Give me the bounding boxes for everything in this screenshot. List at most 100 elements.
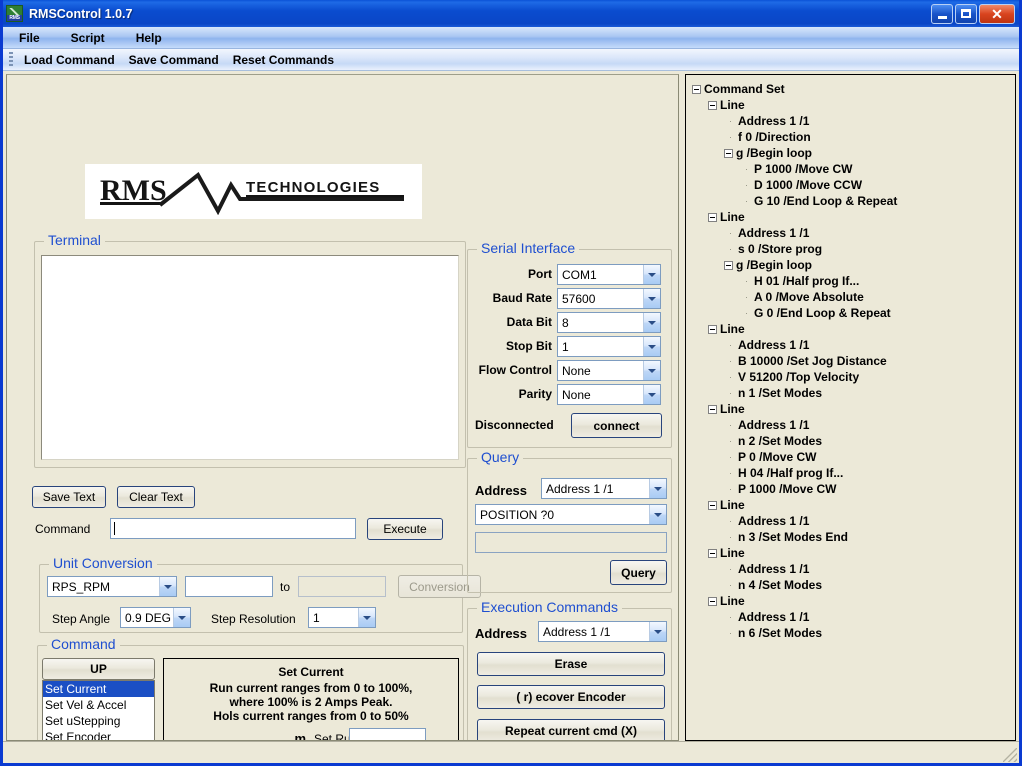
save-text-button[interactable]: Save Text [32, 486, 106, 508]
tree-connector-line [724, 360, 738, 362]
tree-expander-collapse-icon[interactable] [708, 212, 717, 222]
close-button[interactable]: ✕ [979, 3, 1015, 24]
tree-node[interactable]: Address 1 /1 [692, 225, 1011, 241]
tree-node[interactable]: Address 1 /1 [692, 513, 1011, 529]
tree-expander-collapse-icon[interactable] [708, 404, 717, 414]
menu-item-script[interactable]: Script [67, 29, 118, 47]
tree-expander-collapse-icon[interactable] [724, 260, 733, 270]
conversion-from-input[interactable] [185, 576, 273, 597]
query-type-combo[interactable]: POSITION ?0 [475, 504, 667, 525]
tree-node[interactable]: f 0 /Direction [692, 129, 1011, 145]
tree-expander-collapse-icon[interactable] [708, 548, 717, 558]
tree-node[interactable]: Line [692, 497, 1011, 513]
tree-node[interactable]: Line [692, 321, 1011, 337]
tree-node[interactable]: V 51200 /Top Velocity [692, 369, 1011, 385]
window-controls: ✕ [931, 3, 1015, 24]
tree-node[interactable]: P 1000 /Move CW [692, 161, 1011, 177]
command-up-button[interactable]: UP [42, 658, 155, 680]
serial-combo-data-bit[interactable]: 8 [557, 312, 661, 333]
tree-node[interactable]: n 1 /Set Modes [692, 385, 1011, 401]
tree-node[interactable]: Address 1 /1 [692, 417, 1011, 433]
tree-connector-line [724, 568, 738, 570]
set-run-current-input[interactable] [349, 728, 426, 740]
command-list-item-set-vel-accel[interactable]: Set Vel & Accel [43, 697, 154, 713]
tree-node[interactable]: s 0 /Store prog [692, 241, 1011, 257]
tree-node[interactable]: G 0 /End Loop & Repeat [692, 305, 1011, 321]
command-detail-title: Set Current [278, 665, 344, 679]
tree-node[interactable]: Line [692, 401, 1011, 417]
tree-connector-line [724, 376, 738, 378]
serial-combo-parity[interactable]: None [557, 384, 661, 405]
command-list[interactable]: Set Current Set Vel & Accel Set uSteppin… [42, 680, 155, 740]
tree-connector-line [724, 248, 738, 250]
query-address-combo[interactable]: Address 1 /1 [541, 478, 667, 499]
conversion-to-input [298, 576, 386, 597]
tree-node[interactable]: Address 1 /1 [692, 609, 1011, 625]
tree-expander-collapse-icon[interactable] [708, 500, 717, 510]
menu-item-help[interactable]: Help [132, 29, 175, 47]
execute-button[interactable]: Execute [367, 518, 443, 540]
tree-node[interactable]: n 3 /Set Modes End [692, 529, 1011, 545]
command-list-item-set-encoder[interactable]: Set Encoder [43, 729, 154, 740]
serial-combo-flow-control[interactable]: None [557, 360, 661, 381]
clear-text-button[interactable]: Clear Text [117, 486, 195, 508]
tree-node[interactable]: H 01 /Half prog If... [692, 273, 1011, 289]
tree-node[interactable]: Line [692, 209, 1011, 225]
tree-node[interactable]: Line [692, 97, 1011, 113]
tree-node[interactable]: B 10000 /Set Jog Distance [692, 353, 1011, 369]
toolbar-reset-commands[interactable]: Reset Commands [226, 51, 341, 69]
tree-node-label: Address 1 /1 [738, 418, 810, 432]
tree-node[interactable]: Line [692, 593, 1011, 609]
maximize-button[interactable] [955, 3, 977, 24]
conversion-type-combo[interactable]: RPS_RPM [47, 576, 177, 597]
serial-combo-stop-bit[interactable]: 1 [557, 336, 661, 357]
query-group: Query Address Address 1 /1 POSITION ?0 Q… [467, 449, 672, 593]
execution-address-combo[interactable]: Address 1 /1 [538, 621, 667, 642]
tree-node[interactable]: P 0 /Move CW [692, 449, 1011, 465]
tree-node[interactable]: n 4 /Set Modes [692, 577, 1011, 593]
command-set-tree[interactable]: Command Set Line Address 1 /1 f 0 /Directio… [686, 75, 1015, 641]
tree-expander-collapse-icon[interactable] [724, 148, 733, 158]
erase-button[interactable]: Erase [477, 652, 665, 676]
tree-node[interactable]: g /Begin loop [692, 257, 1011, 273]
chevron-down-icon [358, 608, 375, 627]
tree-node[interactable]: G 10 /End Loop & Repeat [692, 193, 1011, 209]
application-window: RMS RMSControl 1.0.7 ✕ File Script Help … [0, 0, 1022, 766]
connect-button[interactable]: connect [571, 413, 662, 438]
tree-node[interactable]: n 6 /Set Modes [692, 625, 1011, 641]
step-angle-combo[interactable]: 0.9 DEG [120, 607, 191, 628]
minimize-button[interactable] [931, 3, 953, 24]
tree-node[interactable]: Address 1 /1 [692, 561, 1011, 577]
resize-grip[interactable] [1003, 748, 1017, 762]
serial-combo-port[interactable]: COM1 [557, 264, 661, 285]
command-input[interactable] [110, 518, 356, 539]
step-resolution-combo[interactable]: 1 [308, 607, 376, 628]
toolbar-grip[interactable] [9, 51, 13, 68]
tree-expander-collapse-icon[interactable] [708, 596, 717, 606]
tree-node[interactable]: n 2 /Set Modes [692, 433, 1011, 449]
serial-combo-baud-rate[interactable]: 57600 [557, 288, 661, 309]
toolbar-load-command[interactable]: Load Command [17, 51, 122, 69]
command-list-item-set-ustepping[interactable]: Set uStepping [43, 713, 154, 729]
tree-node[interactable]: P 1000 /Move CW [692, 481, 1011, 497]
terminal-output[interactable] [41, 255, 459, 460]
tree-node[interactable]: A 0 /Move Absolute [692, 289, 1011, 305]
tree-node[interactable]: Address 1 /1 [692, 337, 1011, 353]
command-list-item-set-current[interactable]: Set Current [43, 681, 154, 697]
tree-node[interactable]: D 1000 /Move CCW [692, 177, 1011, 193]
toolbar-save-command[interactable]: Save Command [122, 51, 226, 69]
tree-node[interactable]: H 04 /Half prog If... [692, 465, 1011, 481]
tree-expander-collapse-icon[interactable] [708, 100, 717, 110]
tree-node[interactable]: Line [692, 545, 1011, 561]
command-legend: Command [47, 636, 120, 652]
tree-expander-collapse-icon[interactable] [692, 84, 701, 94]
tree-node[interactable]: Command Set [692, 81, 1011, 97]
menu-item-file[interactable]: File [15, 29, 53, 47]
repeat-current-cmd-button[interactable]: Repeat current cmd (X) [477, 719, 665, 740]
tree-node[interactable]: g /Begin loop [692, 145, 1011, 161]
query-button[interactable]: Query [610, 560, 667, 585]
tree-node[interactable]: Address 1 /1 [692, 113, 1011, 129]
recover-encoder-button[interactable]: ( r) ecover Encoder [477, 685, 665, 709]
step-angle-label: Step Angle [52, 612, 111, 626]
tree-expander-collapse-icon[interactable] [708, 324, 717, 334]
